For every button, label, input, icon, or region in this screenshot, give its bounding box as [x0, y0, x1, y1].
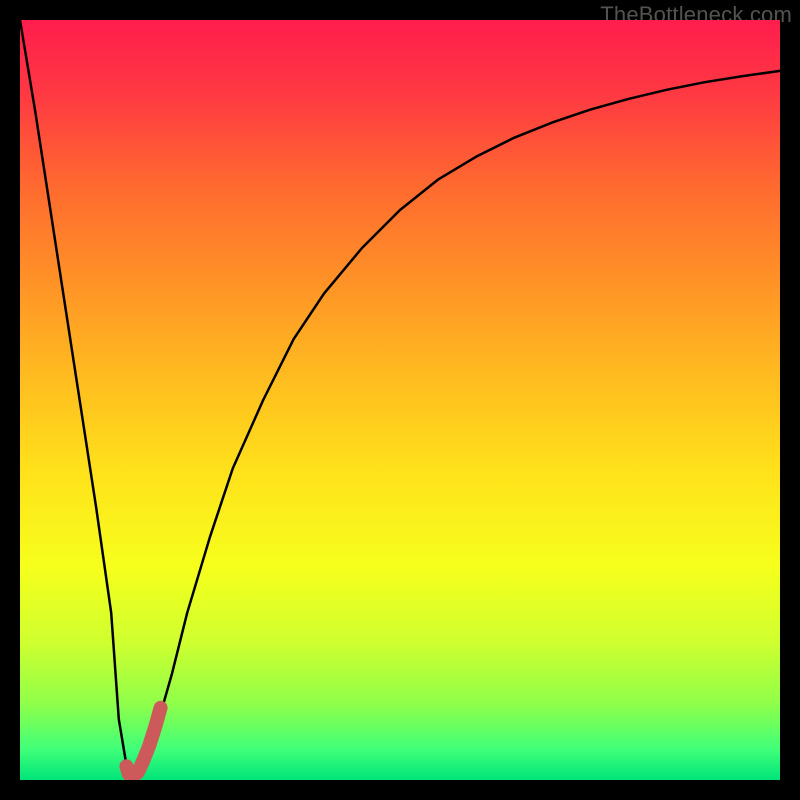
- gradient-background: [20, 20, 780, 780]
- chart-container: TheBottleneck.com: [0, 0, 800, 800]
- chart-svg: [20, 20, 780, 780]
- plot-area: [20, 20, 780, 780]
